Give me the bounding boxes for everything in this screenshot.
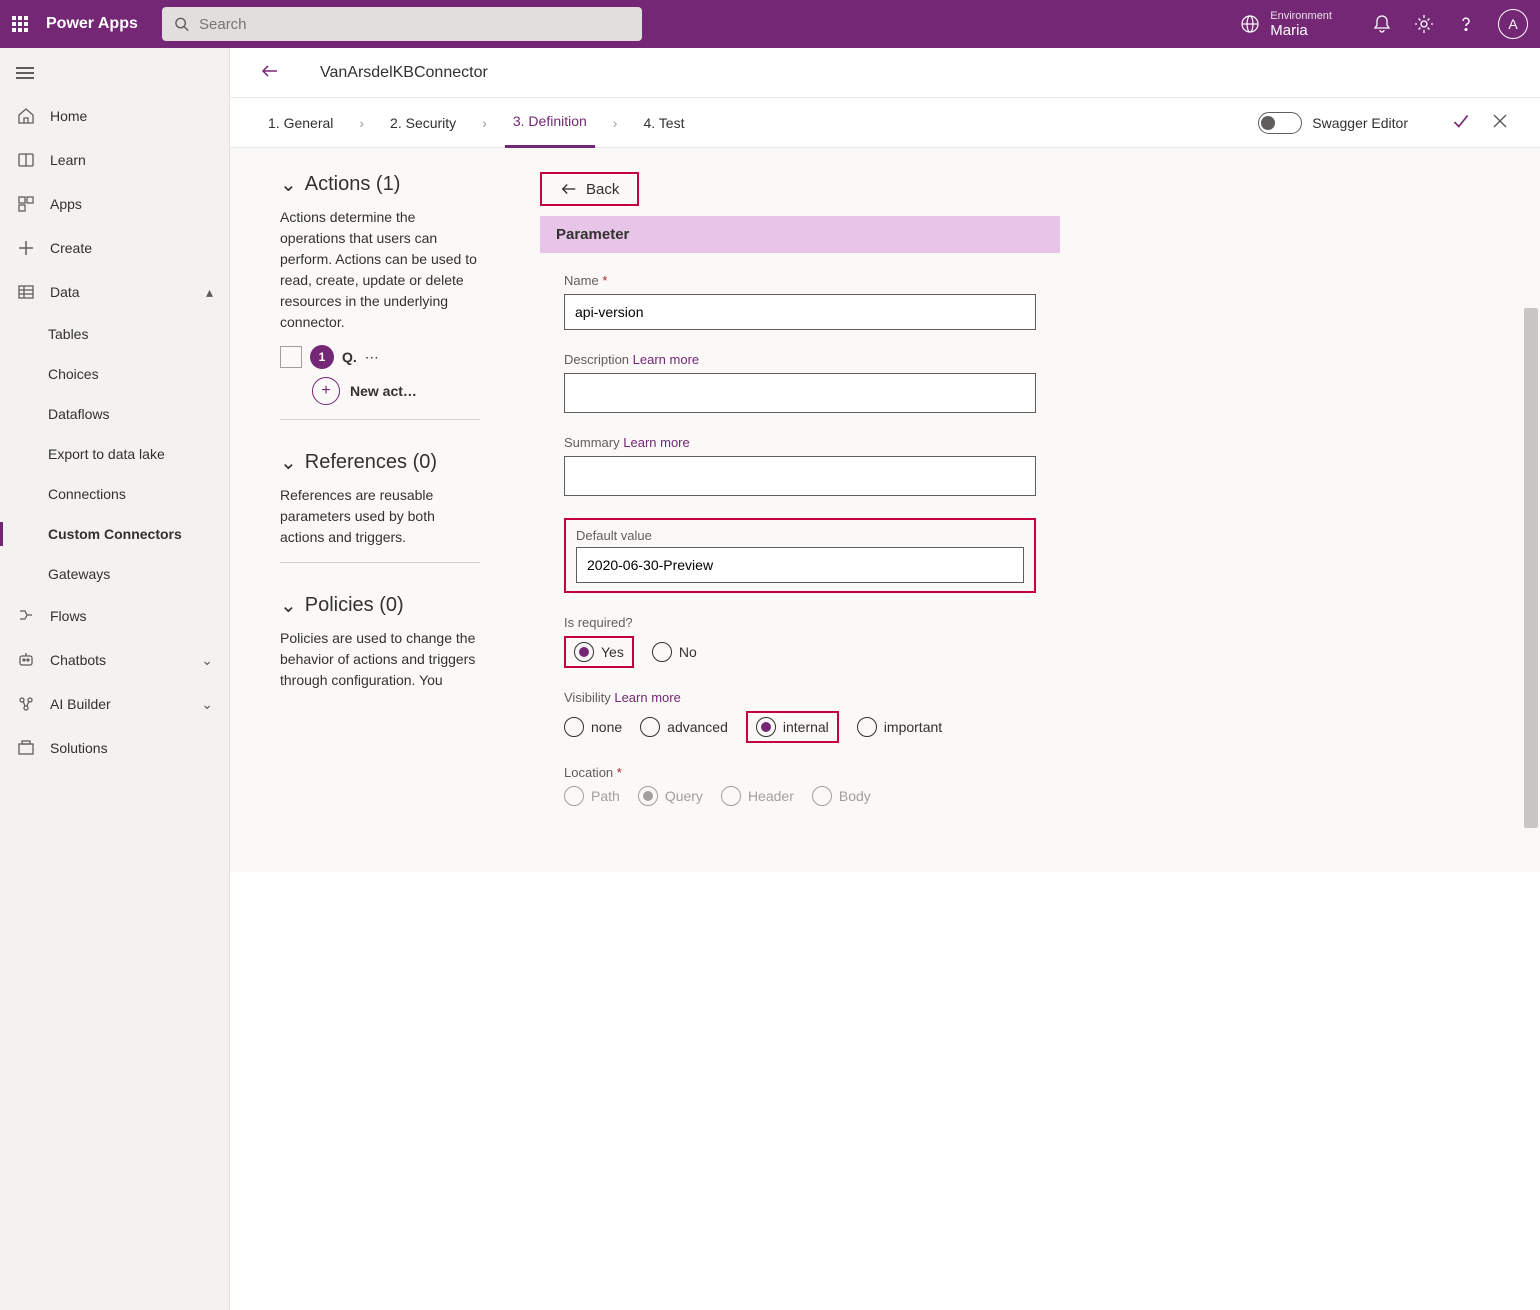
radio-location-query: Query (638, 786, 703, 806)
swagger-toggle[interactable] (1258, 112, 1302, 134)
left-nav: Home Learn Apps Create Data▴ Tables Choi… (0, 48, 230, 1310)
plus-icon: + (312, 377, 340, 405)
environment-picker[interactable]: Environment Maria (1240, 10, 1332, 39)
summary-input[interactable] (564, 456, 1036, 496)
search-input[interactable] (199, 16, 630, 33)
nav-flows[interactable]: Flows (0, 594, 229, 638)
radio-location-header: Header (721, 786, 794, 806)
back-button[interactable]: Back (540, 172, 639, 206)
globe-icon (1240, 14, 1260, 34)
default-value-input[interactable] (576, 547, 1024, 583)
actions-section-header[interactable]: ⌄ Actions (1) (280, 172, 480, 197)
references-section-header[interactable]: ⌄ References (0) (280, 450, 480, 475)
avatar[interactable]: A (1498, 9, 1528, 39)
nav-create[interactable]: Create (0, 226, 229, 270)
chevron-right-icon: › (613, 115, 618, 131)
nav-custom-connectors[interactable]: Custom Connectors (0, 514, 229, 554)
nav-connections[interactable]: Connections (0, 474, 229, 514)
name-label: Name * (564, 273, 1036, 288)
action-item[interactable]: 1 Q. ⋯ (280, 345, 480, 369)
chevron-up-icon: ▴ (206, 284, 213, 301)
policies-section-header[interactable]: ⌄ Policies (0) (280, 593, 480, 618)
close-icon[interactable] (1490, 111, 1510, 134)
description-input[interactable] (564, 373, 1036, 413)
location-label: Location * (564, 765, 1036, 780)
help-icon[interactable] (1456, 14, 1476, 34)
nav-dataflows[interactable]: Dataflows (0, 394, 229, 434)
chevron-down-icon: ⌄ (280, 593, 297, 618)
swagger-label: Swagger Editor (1312, 115, 1408, 131)
action-badge: 1 (310, 345, 334, 369)
learn-more-link[interactable]: Learn more (614, 690, 680, 705)
environment-name: Maria (1270, 22, 1332, 39)
nav-home[interactable]: Home (0, 94, 229, 138)
radio-visibility-important[interactable]: important (857, 717, 942, 737)
chevron-right-icon: › (359, 115, 364, 131)
search-icon (174, 16, 189, 32)
check-icon[interactable] (1450, 110, 1472, 135)
radio-visibility-internal[interactable]: internal (756, 717, 829, 737)
page-title: VanArsdelKBConnector (320, 64, 488, 82)
actions-description: Actions determine the operations that us… (280, 207, 480, 333)
bell-icon[interactable] (1372, 14, 1392, 34)
radio-location-path: Path (564, 786, 620, 806)
policies-description: Policies are used to change the behavior… (280, 628, 480, 691)
required-yes-highlight: Yes (564, 636, 634, 668)
required-label: Is required? (564, 615, 1036, 630)
references-description: References are reusable parameters used … (280, 485, 480, 548)
app-launcher-icon[interactable] (12, 16, 28, 32)
nav-apps[interactable]: Apps (0, 182, 229, 226)
step-definition[interactable]: 3. Definition (505, 98, 595, 148)
default-value-label: Default value (576, 528, 1024, 543)
visibility-label: Visibility Learn more (564, 690, 1036, 705)
more-icon[interactable]: ⋯ (365, 349, 379, 366)
scrollbar[interactable] (1524, 308, 1538, 828)
radio-location-body: Body (812, 786, 871, 806)
nav-gateways[interactable]: Gateways (0, 554, 229, 594)
action-label: Q. (342, 349, 357, 365)
nav-export[interactable]: Export to data lake (0, 434, 229, 474)
radio-required-yes[interactable]: Yes (574, 642, 624, 662)
environment-label: Environment (1270, 10, 1332, 22)
hamburger-icon[interactable] (0, 52, 229, 94)
chevron-down-icon: ⌄ (280, 450, 297, 475)
step-security[interactable]: 2. Security (382, 98, 464, 148)
search-box[interactable] (162, 7, 642, 41)
gear-icon[interactable] (1414, 14, 1434, 34)
default-value-highlight: Default value (564, 518, 1036, 593)
summary-label: Summary Learn more (564, 435, 1036, 450)
name-input[interactable] (564, 294, 1036, 330)
nav-learn[interactable]: Learn (0, 138, 229, 182)
step-general[interactable]: 1. General (260, 98, 341, 148)
nav-chatbots[interactable]: Chatbots⌄ (0, 638, 229, 682)
action-checkbox[interactable] (280, 346, 302, 368)
learn-more-link[interactable]: Learn more (633, 352, 699, 367)
app-name: Power Apps (46, 15, 138, 33)
nav-tables[interactable]: Tables (0, 314, 229, 354)
radio-required-no[interactable]: No (652, 642, 697, 662)
visibility-internal-highlight: internal (746, 711, 839, 743)
chevron-down-icon: ⌄ (201, 696, 213, 713)
nav-solutions[interactable]: Solutions (0, 726, 229, 770)
chevron-down-icon: ⌄ (201, 652, 213, 669)
back-arrow-icon[interactable] (260, 61, 280, 84)
nav-ai-builder[interactable]: AI Builder⌄ (0, 682, 229, 726)
step-test[interactable]: 4. Test (635, 98, 692, 148)
learn-more-link[interactable]: Learn more (623, 435, 689, 450)
chevron-right-icon: › (482, 115, 487, 131)
radio-visibility-none[interactable]: none (564, 717, 622, 737)
nav-data[interactable]: Data▴ (0, 270, 229, 314)
radio-visibility-advanced[interactable]: advanced (640, 717, 728, 737)
parameter-section-title: Parameter (540, 216, 1060, 253)
description-label: Description Learn more (564, 352, 1036, 367)
nav-choices[interactable]: Choices (0, 354, 229, 394)
new-action-button[interactable]: + New act… (312, 377, 480, 405)
chevron-down-icon: ⌄ (280, 172, 297, 197)
